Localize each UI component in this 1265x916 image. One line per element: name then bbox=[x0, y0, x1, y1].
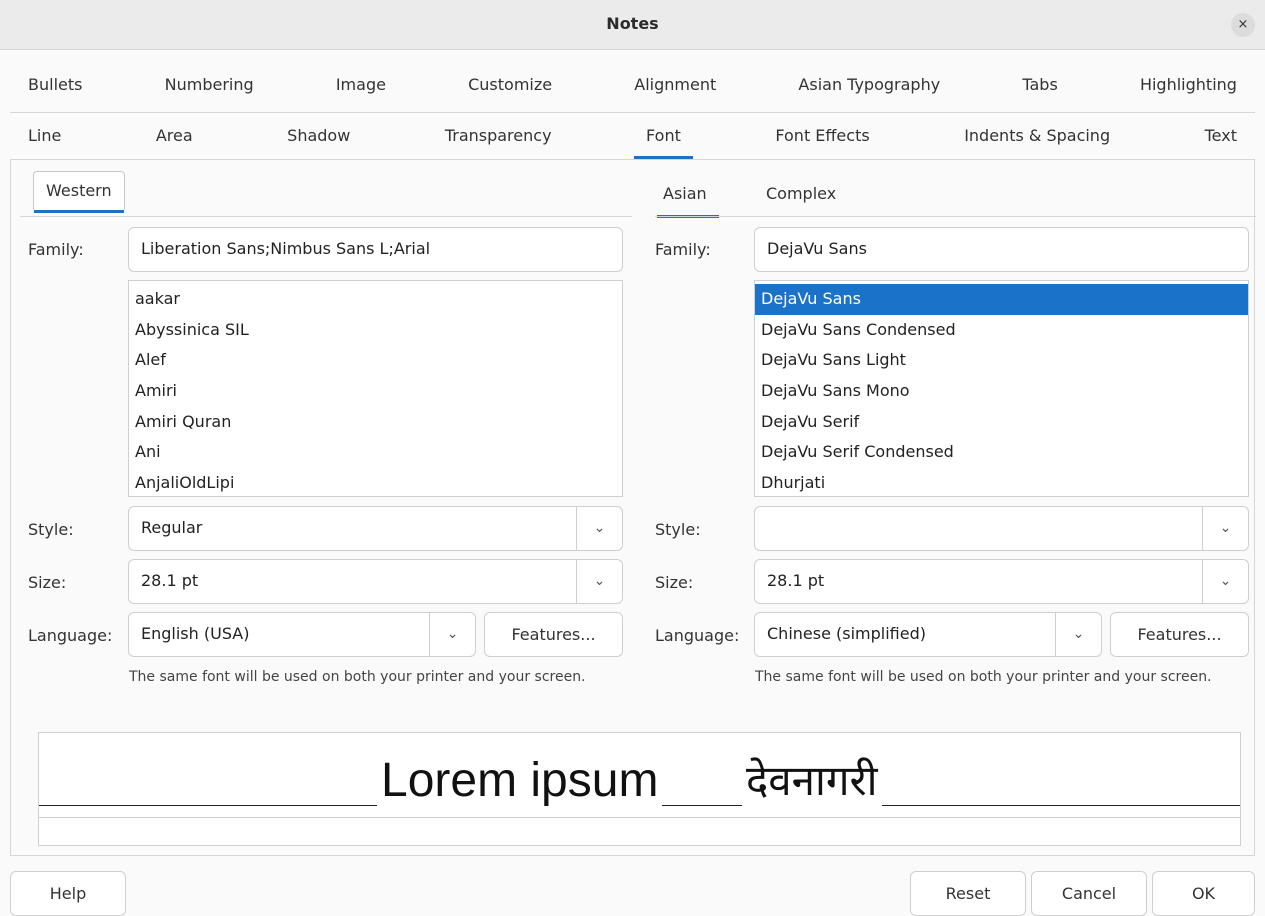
asian-language-combo[interactable]: Chinese (simplified) ⌄ bbox=[754, 612, 1102, 657]
close-icon[interactable]: × bbox=[1231, 13, 1255, 37]
list-item[interactable]: DejaVu Serif Condensed bbox=[755, 437, 1248, 468]
tab-bullets[interactable]: Bullets bbox=[16, 75, 94, 94]
asian-divider bbox=[655, 216, 1256, 217]
chevron-down-icon[interactable]: ⌄ bbox=[576, 560, 622, 603]
western-style-label: Style: bbox=[28, 520, 74, 539]
asian-style-label: Style: bbox=[655, 520, 701, 539]
tab-image[interactable]: Image bbox=[324, 75, 398, 94]
list-item[interactable]: Amiri bbox=[129, 376, 622, 407]
subtab-complex[interactable]: Complex bbox=[766, 184, 836, 203]
asian-family-list[interactable]: DejaVu Sans DejaVu Sans Condensed DejaVu… bbox=[754, 280, 1249, 497]
asian-size-value: 28.1 pt bbox=[767, 571, 825, 590]
subtab-active-indicator bbox=[34, 210, 124, 213]
font-preview: Lorem ipsum देवनागरी bbox=[38, 732, 1241, 846]
western-language-combo[interactable]: English (USA) ⌄ bbox=[128, 612, 476, 657]
chevron-down-icon[interactable]: ⌄ bbox=[1202, 560, 1248, 603]
chevron-down-icon[interactable]: ⌄ bbox=[1202, 507, 1248, 550]
western-divider bbox=[20, 216, 632, 217]
reset-button[interactable]: Reset bbox=[910, 871, 1026, 916]
tab-tabs[interactable]: Tabs bbox=[1010, 75, 1069, 94]
western-style-value: Regular bbox=[141, 518, 203, 537]
help-button[interactable]: Help bbox=[10, 871, 126, 916]
asian-font-note: The same font will be used on both your … bbox=[755, 669, 1212, 685]
tab-shadow[interactable]: Shadow bbox=[275, 126, 362, 145]
list-item[interactable]: DejaVu Serif bbox=[755, 407, 1248, 438]
list-item[interactable]: Alef bbox=[129, 345, 622, 376]
asian-family-input[interactable]: DejaVu Sans bbox=[754, 227, 1249, 272]
list-item[interactable]: Dhurjati bbox=[755, 468, 1248, 496]
tab-font[interactable]: Font bbox=[634, 126, 693, 159]
tab-font-effects[interactable]: Font Effects bbox=[763, 126, 881, 145]
tab-indents-spacing[interactable]: Indents & Spacing bbox=[952, 126, 1122, 145]
western-size-label: Size: bbox=[28, 573, 67, 592]
list-item[interactable]: AnjaliOldLipi bbox=[129, 468, 622, 496]
tab-numbering[interactable]: Numbering bbox=[153, 75, 266, 94]
western-family-input[interactable]: Liberation Sans;Nimbus Sans L;Arial bbox=[128, 227, 623, 272]
list-item[interactable]: aakar bbox=[129, 284, 622, 315]
chevron-down-icon[interactable]: ⌄ bbox=[429, 613, 475, 656]
subtab-asian[interactable]: Asian bbox=[657, 184, 719, 218]
western-features-button[interactable]: Features... bbox=[484, 612, 623, 657]
western-style-combo[interactable]: Regular ⌄ bbox=[128, 506, 623, 551]
asian-language-label: Language: bbox=[655, 626, 740, 645]
tab-customize[interactable]: Customize bbox=[456, 75, 564, 94]
western-language-value: English (USA) bbox=[141, 624, 250, 643]
asian-features-button[interactable]: Features... bbox=[1110, 612, 1249, 657]
subtab-asian-label: Asian bbox=[663, 184, 707, 203]
tab-row-divider bbox=[10, 112, 1255, 113]
western-font-note: The same font will be used on both your … bbox=[129, 669, 586, 685]
list-item[interactable]: DejaVu Sans Condensed bbox=[755, 315, 1248, 346]
subtab-western-label: Western bbox=[46, 181, 112, 200]
window-title: Notes bbox=[606, 14, 659, 33]
chevron-down-icon[interactable]: ⌄ bbox=[576, 507, 622, 550]
asian-language-value: Chinese (simplified) bbox=[767, 624, 926, 643]
western-size-combo[interactable]: 28.1 pt ⌄ bbox=[128, 559, 623, 604]
chevron-down-icon[interactable]: ⌄ bbox=[1055, 613, 1101, 656]
asian-size-combo[interactable]: 28.1 pt ⌄ bbox=[754, 559, 1249, 604]
tab-asian-typography[interactable]: Asian Typography bbox=[786, 75, 952, 94]
list-item-selected[interactable]: DejaVu Sans bbox=[755, 284, 1248, 315]
list-item[interactable]: Amiri Quran bbox=[129, 407, 622, 438]
cancel-button[interactable]: Cancel bbox=[1031, 871, 1147, 916]
subtab-complex-label: Complex bbox=[766, 184, 837, 203]
tab-highlighting[interactable]: Highlighting bbox=[1128, 75, 1249, 94]
western-family-label: Family: bbox=[28, 240, 84, 259]
tab-row-2: Line Area Shadow Transparency Font Font … bbox=[0, 126, 1265, 159]
western-size-value: 28.1 pt bbox=[141, 571, 199, 590]
western-family-list[interactable]: aakar Abyssinica SIL Alef Amiri Amiri Qu… bbox=[128, 280, 623, 497]
tab-transparency[interactable]: Transparency bbox=[433, 126, 564, 145]
preview-separator bbox=[39, 817, 1240, 818]
ok-button[interactable]: OK bbox=[1152, 871, 1255, 916]
tab-text[interactable]: Text bbox=[1193, 126, 1249, 145]
list-item[interactable]: DejaVu Sans Light bbox=[755, 345, 1248, 376]
asian-family-label: Family: bbox=[655, 240, 711, 259]
list-item[interactable]: DejaVu Sans Mono bbox=[755, 376, 1248, 407]
title-bar: Notes × bbox=[0, 0, 1265, 50]
preview-western-text: Lorem ipsum bbox=[377, 753, 663, 809]
asian-size-label: Size: bbox=[655, 573, 694, 592]
tab-area[interactable]: Area bbox=[144, 126, 205, 145]
tab-alignment[interactable]: Alignment bbox=[622, 75, 728, 94]
subtab-western[interactable]: Western bbox=[33, 171, 125, 213]
tab-line[interactable]: Line bbox=[16, 126, 73, 145]
list-item[interactable]: Ani bbox=[129, 437, 622, 468]
preview-asian-text: देवनागरी bbox=[742, 753, 882, 809]
western-language-label: Language: bbox=[28, 626, 113, 645]
list-item[interactable]: Abyssinica SIL bbox=[129, 315, 622, 346]
asian-style-combo[interactable]: ⌄ bbox=[754, 506, 1249, 551]
tab-row-1: Bullets Numbering Image Customize Alignm… bbox=[0, 75, 1265, 94]
